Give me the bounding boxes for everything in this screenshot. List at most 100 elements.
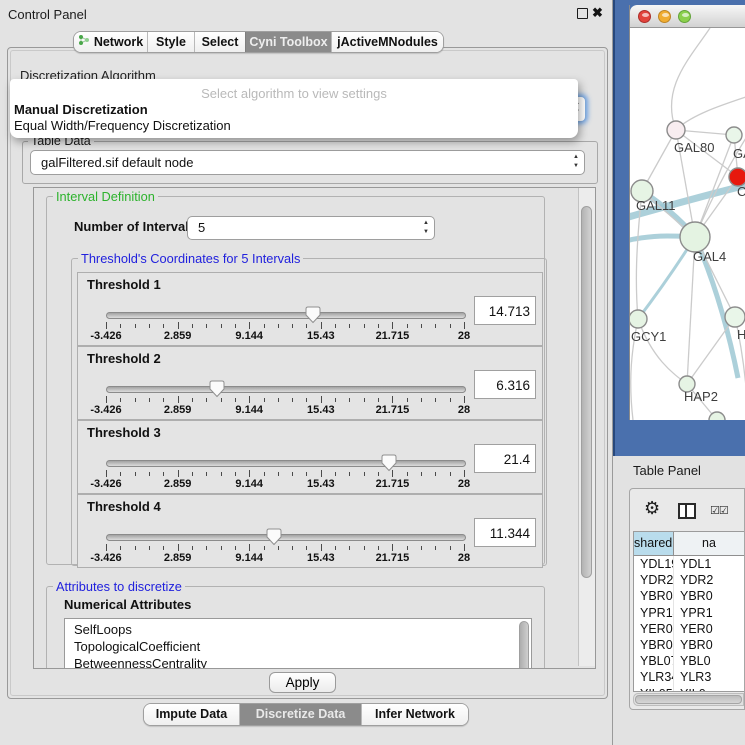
- tab-network[interactable]: Network: [74, 32, 147, 52]
- table-cell[interactable]: YDL1: [674, 556, 744, 572]
- tick: [135, 546, 136, 550]
- vertical-scrollbar[interactable]: [578, 188, 595, 666]
- number-of-intervals-label: Number of Intervals: [74, 219, 196, 234]
- table-row[interactable]: YIL052CYIL0: [634, 686, 744, 693]
- table-cell[interactable]: YBR043C: [634, 588, 674, 604]
- column-layout-icon[interactable]: [678, 503, 696, 519]
- threshold-3-value-field[interactable]: 21.4: [474, 444, 536, 473]
- select-columns-checkboxes-icon[interactable]: ☑☑: [710, 504, 728, 517]
- attribute-item[interactable]: SelfLoops: [74, 621, 531, 638]
- attributes-group-title: Attributes to discretize: [53, 579, 185, 594]
- scrollbar-thumb[interactable]: [635, 695, 742, 704]
- tab-select[interactable]: Select: [194, 32, 245, 52]
- algorithm-option-manual-discretization[interactable]: Manual Discretization: [14, 102, 148, 117]
- threshold-1-slider[interactable]: -3.4262.8599.14415.4321.71528: [106, 307, 464, 343]
- threshold-3-block: Threshold 3 -3.4262.8599.14415.4321.7152…: [77, 420, 543, 494]
- threshold-2-value-field[interactable]: 6.316: [474, 370, 536, 399]
- network-window-titlebar[interactable]: [630, 5, 745, 28]
- network-node[interactable]: [680, 222, 710, 252]
- tick: [306, 546, 307, 550]
- tick: [349, 546, 350, 550]
- tab-discretize-data[interactable]: Discretize Data: [239, 704, 361, 725]
- attribute-item[interactable]: BetweennessCentrality: [74, 655, 531, 669]
- zoom-traffic-light-icon[interactable]: [678, 10, 691, 23]
- table-cell[interactable]: YIL052C: [634, 686, 674, 693]
- table-row[interactable]: YLR345WYLR3: [634, 669, 744, 685]
- network-canvas[interactable]: GAL80GACGAL11GAL4GCY1HHAP2: [630, 28, 745, 420]
- tick: [378, 546, 379, 550]
- network-node[interactable]: [725, 307, 745, 327]
- table-cell[interactable]: YER0: [674, 621, 744, 637]
- tick: [407, 324, 408, 328]
- table-cell[interactable]: YBR045C: [634, 637, 674, 653]
- list-scrollbar[interactable]: [518, 620, 530, 669]
- table-data-select[interactable]: galFiltered.sif default node ▲▼: [30, 150, 585, 175]
- table-cell[interactable]: YIL0: [674, 686, 744, 693]
- tab-style[interactable]: Style: [147, 32, 194, 52]
- scale-label: 15.43: [307, 552, 335, 564]
- tick: [192, 398, 193, 402]
- tick: [221, 472, 222, 476]
- table-cell[interactable]: YBR0: [674, 588, 744, 604]
- tab-infer-network[interactable]: Infer Network: [361, 704, 468, 725]
- threshold-2-slider[interactable]: -3.4262.8599.14415.4321.71528: [106, 381, 464, 417]
- table-cell[interactable]: YPR145W: [634, 605, 674, 621]
- tick: [149, 546, 150, 550]
- threshold-1-value-field[interactable]: 14.713: [474, 296, 536, 325]
- tab-jactivemnodules[interactable]: jActiveMNodules: [331, 32, 443, 52]
- network-node-label: GAL4: [693, 249, 726, 264]
- table-cell[interactable]: YBL0: [674, 653, 744, 669]
- tick: [292, 398, 293, 402]
- number-of-intervals-select[interactable]: 5 ▲▼: [187, 216, 435, 240]
- tab-impute-data[interactable]: Impute Data: [144, 704, 239, 725]
- network-node[interactable]: [726, 127, 742, 143]
- table-cell[interactable]: YBL079W: [634, 653, 674, 669]
- column-header-shared-name[interactable]: shared...: [634, 532, 674, 555]
- table-cell[interactable]: YBR0: [674, 637, 744, 653]
- table-cell[interactable]: YDL19...: [634, 556, 674, 572]
- tick: [221, 398, 222, 402]
- table-cell[interactable]: YDR2: [674, 572, 744, 588]
- table-row[interactable]: YDR27...YDR2: [634, 572, 744, 588]
- network-view-window[interactable]: GAL80GACGAL11GAL4GCY1HHAP2: [629, 5, 745, 420]
- table-cell[interactable]: YPR1: [674, 605, 744, 621]
- apply-button[interactable]: Apply: [269, 672, 336, 693]
- table-row[interactable]: YBR045CYBR0: [634, 637, 744, 653]
- horizontal-scrollbar[interactable]: [633, 693, 744, 706]
- tick: [206, 472, 207, 476]
- table-data-selected-value: galFiltered.sif default node: [41, 151, 193, 174]
- close-icon[interactable]: ✖: [592, 5, 603, 21]
- table-row[interactable]: YBR043CYBR0: [634, 588, 744, 604]
- attribute-item[interactable]: TopologicalCoefficient: [74, 638, 531, 655]
- minimize-traffic-light-icon[interactable]: [658, 10, 671, 23]
- tick: [278, 472, 279, 476]
- tick: [249, 544, 250, 551]
- tick: [235, 324, 236, 328]
- scale-label: 2.859: [164, 330, 192, 342]
- threshold-3-slider[interactable]: -3.4262.8599.14415.4321.71528: [106, 455, 464, 491]
- table-cell[interactable]: YLR345W: [634, 669, 674, 685]
- scrollbar-thumb[interactable]: [581, 206, 592, 578]
- network-node[interactable]: [630, 310, 647, 328]
- table-cell[interactable]: YLR3: [674, 669, 744, 685]
- table-cell[interactable]: YDR27...: [634, 572, 674, 588]
- algorithm-option-equal-width-frequency[interactable]: Equal Width/Frequency Discretization: [14, 118, 231, 133]
- table-row[interactable]: YER054CYER0: [634, 621, 744, 637]
- tab-label: Cyni Toolbox: [249, 32, 327, 52]
- table-panel-title: Table Panel: [633, 463, 701, 478]
- table-row[interactable]: YDL19...YDL1: [634, 556, 744, 572]
- settings-gear-icon[interactable]: ⚙: [644, 498, 660, 519]
- numerical-attributes-list[interactable]: SelfLoopsTopologicalCoefficientBetweenne…: [64, 618, 532, 669]
- threshold-4-slider[interactable]: -3.4262.8599.14415.4321.71528: [106, 529, 464, 565]
- float-window-icon[interactable]: [577, 8, 588, 19]
- close-traffic-light-icon[interactable]: [638, 10, 651, 23]
- table-row[interactable]: YPR145WYPR1: [634, 605, 744, 621]
- tick: [120, 546, 121, 550]
- tick: [120, 472, 121, 476]
- tab-cyni-toolbox[interactable]: Cyni Toolbox: [245, 32, 331, 52]
- column-header-name[interactable]: na: [674, 532, 744, 555]
- table-cell[interactable]: YER054C: [634, 621, 674, 637]
- network-node[interactable]: [667, 121, 685, 139]
- table-row[interactable]: YBL079WYBL0: [634, 653, 744, 669]
- threshold-4-value-field[interactable]: 11.344: [474, 518, 536, 547]
